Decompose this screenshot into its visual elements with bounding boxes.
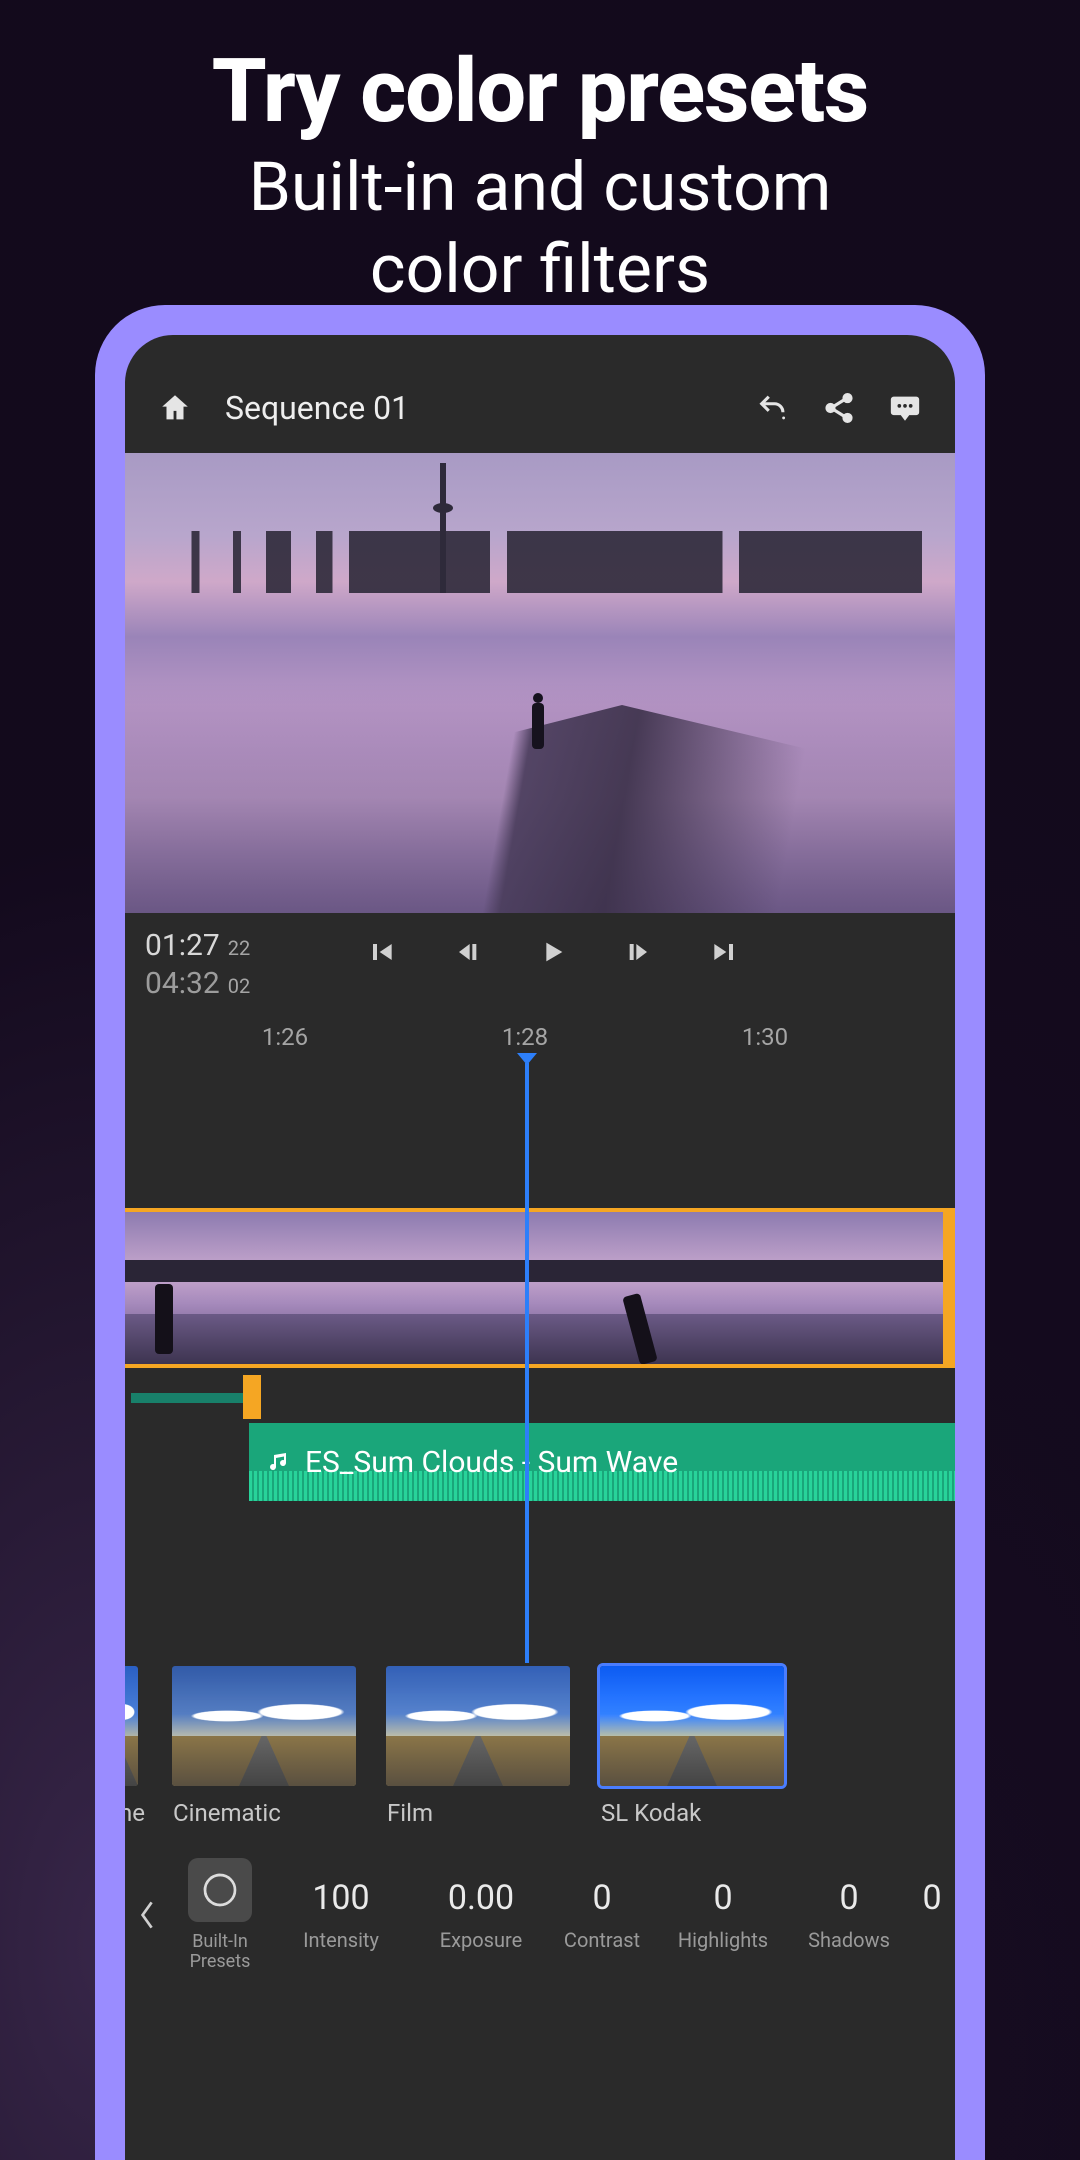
- promo-banner: Try color presets Built-in and custom co…: [0, 0, 1080, 310]
- device-frame: Sequence 01 01:2722 04:3202: [95, 305, 985, 2160]
- builtin-presets-button[interactable]: Built-InPresets: [165, 1858, 275, 1972]
- transport-bar: 01:2722 04:3202: [125, 913, 955, 1023]
- preset-label: SL Kodak: [597, 1799, 787, 1827]
- ruler-tick: 1:26: [262, 1023, 308, 1051]
- preset-label: one: [125, 1799, 145, 1827]
- adjust-contrast[interactable]: 0 Contrast: [547, 1878, 657, 1952]
- video-clip[interactable]: [333, 1212, 541, 1364]
- music-icon: [267, 1450, 291, 1474]
- adjust-exposure[interactable]: 0.00 Exposure: [421, 1878, 541, 1952]
- timeline-ruler[interactable]: 1:26 1:28 1:30: [125, 1023, 955, 1063]
- current-time: 01:27: [145, 927, 220, 965]
- video-clip[interactable]: [749, 1212, 955, 1364]
- comment-icon[interactable]: [883, 386, 927, 430]
- home-icon[interactable]: [153, 386, 197, 430]
- share-icon[interactable]: [817, 386, 861, 430]
- step-back-icon[interactable]: [448, 933, 486, 971]
- ruler-tick: 1:28: [502, 1023, 548, 1051]
- skip-start-icon[interactable]: [362, 933, 400, 971]
- preset-label: Cinematic: [169, 1799, 359, 1827]
- promo-title: Try color presets: [0, 40, 1080, 143]
- total-time: 04:32: [145, 965, 220, 1003]
- playback-controls: [250, 927, 855, 971]
- adjust-intensity[interactable]: 100 Intensity: [281, 1878, 401, 1952]
- playhead[interactable]: [525, 1063, 529, 1663]
- preset-strip[interactable]: one Cinematic Film SL Kodak: [125, 1663, 955, 1827]
- adjust-shadows[interactable]: 0 Shadows: [789, 1878, 909, 1952]
- preset-item-selected[interactable]: SL Kodak: [597, 1663, 787, 1827]
- adjust-bar: Built-InPresets 100 Intensity 0.00 Expos…: [125, 1845, 955, 1985]
- app-screen: Sequence 01 01:2722 04:3202: [125, 335, 955, 2160]
- top-bar: Sequence 01: [125, 363, 955, 453]
- audio-clip-label: ES_Sum Clouds - Sum Wave: [305, 1445, 678, 1480]
- skip-end-icon[interactable]: [706, 933, 744, 971]
- ruler-tick: 1:30: [742, 1023, 788, 1051]
- preset-label: Film: [383, 1799, 573, 1827]
- track-marker[interactable]: [243, 1375, 261, 1419]
- presets-icon: [188, 1858, 252, 1922]
- video-clip[interactable]: [125, 1212, 333, 1364]
- preset-item[interactable]: Cinematic: [169, 1663, 359, 1827]
- video-clip[interactable]: [541, 1212, 749, 1364]
- preset-item[interactable]: one: [125, 1663, 145, 1827]
- sequence-title: Sequence 01: [225, 389, 409, 427]
- back-icon[interactable]: [137, 1897, 159, 1933]
- video-track[interactable]: [125, 1208, 955, 1368]
- timecode-display: 01:2722 04:3202: [145, 927, 250, 1002]
- step-forward-icon[interactable]: [620, 933, 658, 971]
- promo-subtitle: Built-in and custom color filters: [0, 147, 1080, 310]
- preset-item[interactable]: Film: [383, 1663, 573, 1827]
- audio-track[interactable]: ES_Sum Clouds - Sum Wave: [249, 1423, 955, 1501]
- video-preview[interactable]: [125, 453, 955, 913]
- timeline[interactable]: ES_Sum Clouds - Sum Wave: [125, 1063, 955, 1663]
- undo-icon[interactable]: [751, 386, 795, 430]
- adjust-highlights[interactable]: 0 Highlights: [663, 1878, 783, 1952]
- adjust-next[interactable]: 0: [915, 1878, 949, 1952]
- play-icon[interactable]: [534, 933, 572, 971]
